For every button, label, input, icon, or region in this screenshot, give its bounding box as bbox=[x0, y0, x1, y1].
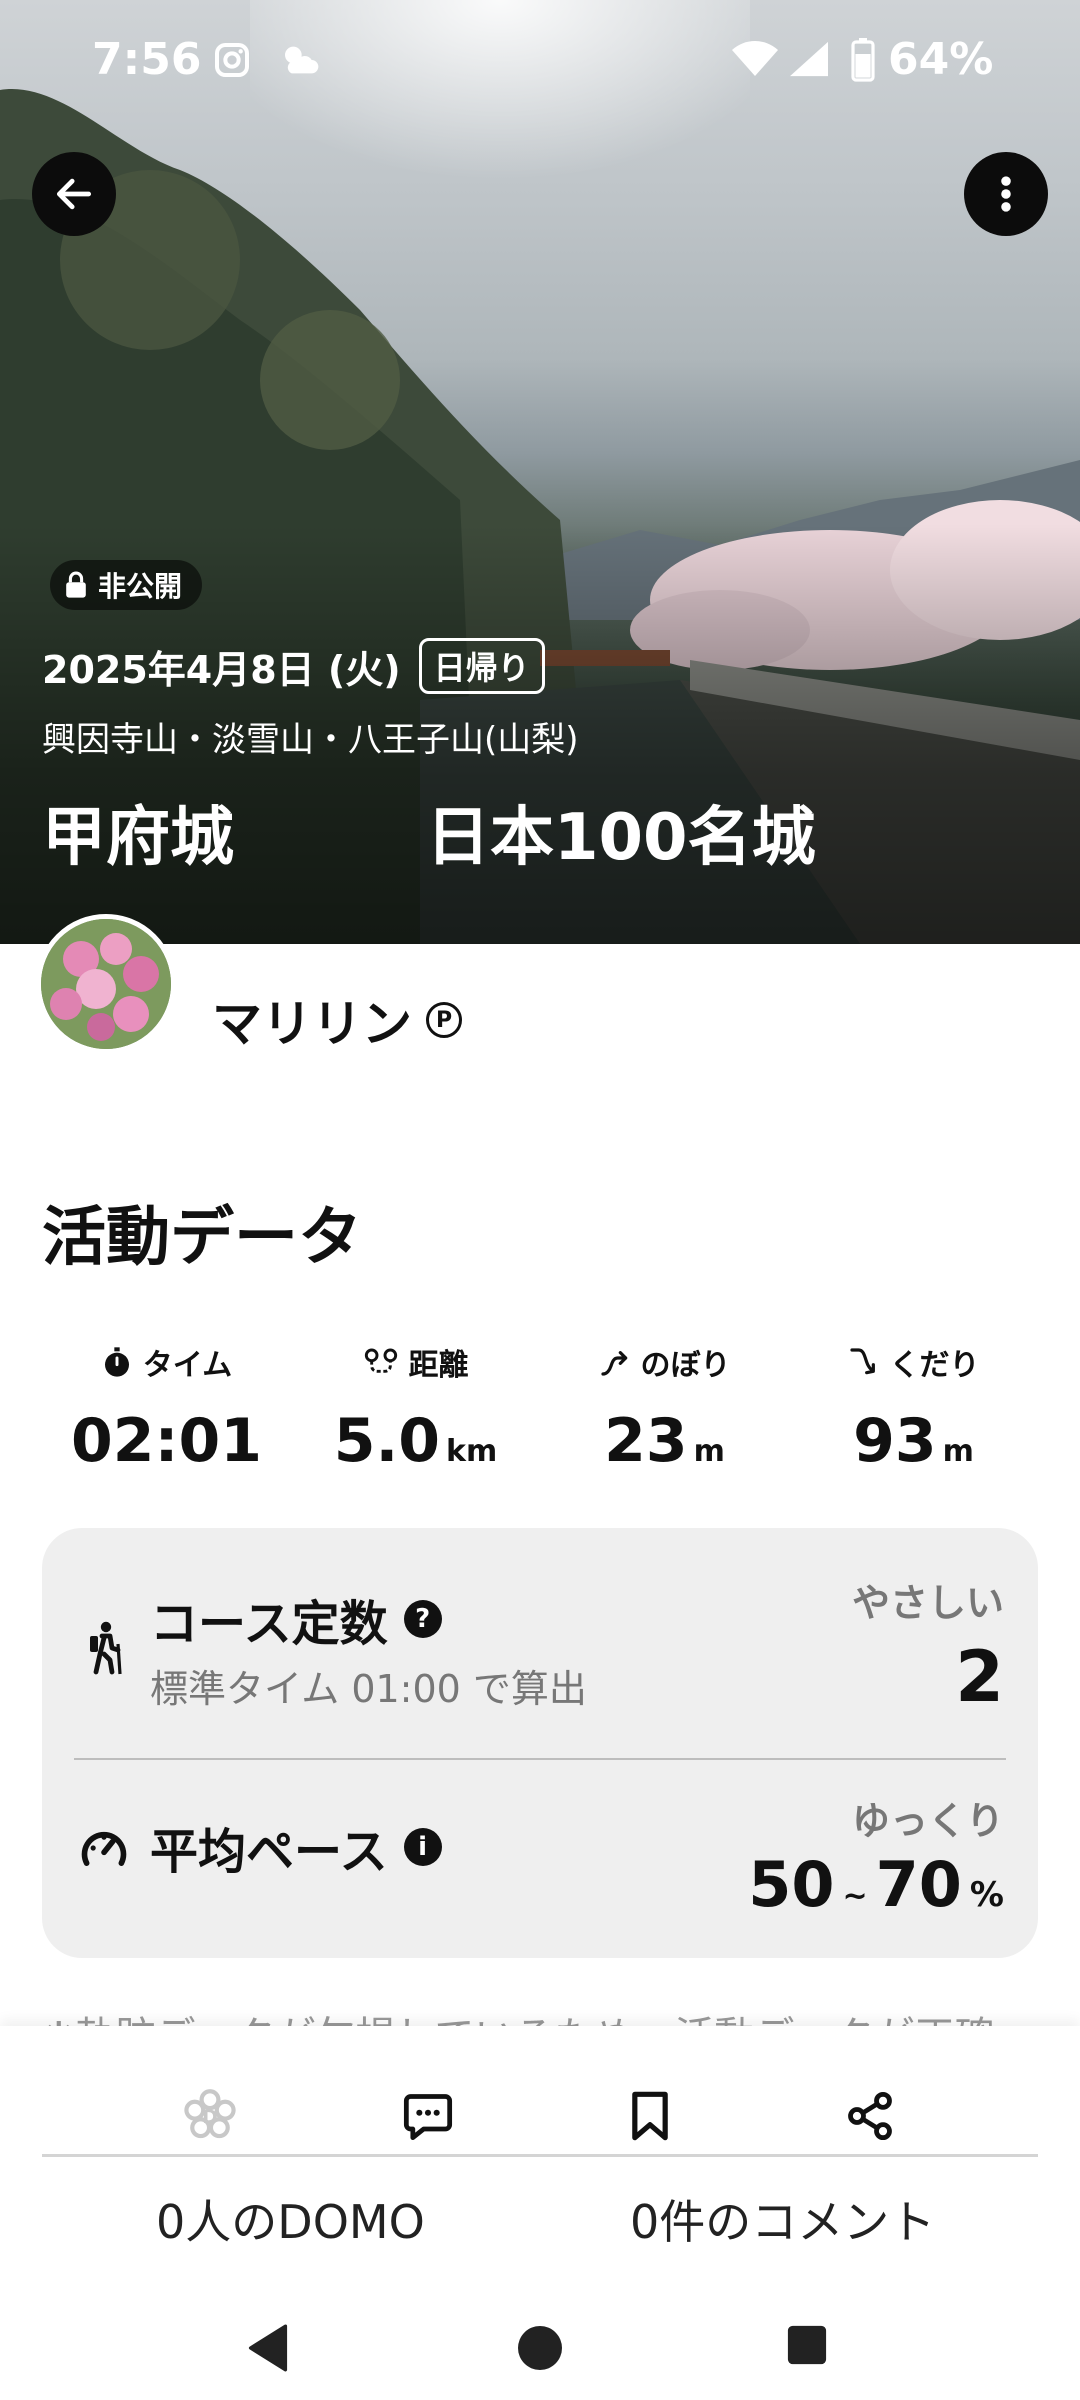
stat-descent-value-row: 93 m bbox=[853, 1406, 974, 1476]
pace-level-label: ゆっくり bbox=[851, 1799, 1004, 1843]
action-icons: D bbox=[0, 2066, 1080, 2166]
course-difficulty-label: やさしい bbox=[851, 1581, 1004, 1625]
stat-ascent-label: のぼり bbox=[640, 1348, 731, 1383]
bookmark-icon bbox=[632, 2091, 668, 2141]
stat-ascent: のぼり 23 m bbox=[540, 1340, 789, 1476]
battery-percent: 64% bbox=[888, 34, 994, 85]
average-pace-title: 平均ペース bbox=[150, 1824, 388, 1880]
help-icon[interactable]: ? bbox=[403, 1600, 442, 1638]
share-button[interactable] bbox=[820, 2066, 920, 2166]
bottom-bar-divider bbox=[42, 2154, 1038, 2157]
mountain-list[interactable]: 興因寺山・淡雪山・八王子山(山梨) bbox=[42, 712, 579, 761]
route-icon bbox=[364, 1348, 397, 1373]
nav-home-button[interactable] bbox=[516, 2324, 564, 2376]
nav-recents-button[interactable] bbox=[786, 2324, 828, 2370]
avatar-image bbox=[41, 919, 171, 1049]
course-constant-subtitle: 標準タイム 01:00 で算出 bbox=[150, 1667, 587, 1711]
domo-count[interactable]: 0人のDOMO bbox=[156, 2186, 425, 2252]
wifi-icon bbox=[730, 38, 780, 82]
ascent-icon bbox=[600, 1351, 627, 1376]
average-pace-title-row: 平均ペース i bbox=[150, 1812, 442, 1882]
stat-descent-value: 93 bbox=[853, 1406, 937, 1476]
share-icon bbox=[848, 2091, 892, 2141]
comment-icon bbox=[403, 2094, 453, 2141]
trip-type-tag: 日帰り bbox=[418, 638, 545, 694]
stat-time-label: タイム bbox=[142, 1348, 233, 1383]
instagram-icon bbox=[212, 40, 252, 84]
svg-text:D: D bbox=[202, 2107, 218, 2128]
activity-date: 2025年4月8日 (火) bbox=[42, 647, 401, 692]
signal-icon bbox=[788, 40, 830, 82]
descent-icon bbox=[849, 1348, 875, 1375]
stat-time-value-row: 02:01 bbox=[71, 1406, 262, 1476]
pace-unit: % bbox=[969, 1875, 1004, 1915]
user-name: マリリン bbox=[212, 995, 412, 1053]
stopwatch-icon bbox=[104, 1347, 129, 1377]
nav-recents-square-icon bbox=[787, 2325, 827, 2365]
privacy-label: 非公開 bbox=[98, 570, 183, 603]
stat-distance: 距離 5.0 km bbox=[291, 1340, 540, 1476]
more-vertical-icon bbox=[1001, 176, 1011, 212]
nav-back-button[interactable] bbox=[246, 2324, 290, 2376]
domo-button[interactable]: D bbox=[160, 2066, 260, 2166]
course-constant-title-row: コース定数 ? bbox=[150, 1584, 442, 1654]
activity-date-row: 2025年4月8日 (火) 日帰り bbox=[42, 638, 545, 694]
average-pace-row[interactable]: 平均ペース i ゆっくり 50 ~ 70 % bbox=[42, 1760, 1038, 1958]
privacy-badge: 非公開 bbox=[50, 560, 203, 610]
info-icon[interactable]: i bbox=[403, 1828, 442, 1866]
battery-icon bbox=[850, 38, 876, 86]
stat-descent: くだり 93 m bbox=[789, 1340, 1038, 1476]
stat-distance-unit: km bbox=[446, 1434, 498, 1469]
lock-icon bbox=[66, 571, 86, 598]
pace-max: 70 bbox=[875, 1848, 962, 1921]
bookmark-button[interactable] bbox=[600, 2066, 700, 2166]
comment-count[interactable]: 0件のコメント bbox=[630, 2186, 935, 2252]
stat-ascent-value: 23 bbox=[604, 1406, 688, 1476]
stat-ascent-value-row: 23 m bbox=[604, 1406, 725, 1476]
user-name-row[interactable]: マリリン P bbox=[212, 984, 462, 1056]
stat-descent-unit: m bbox=[942, 1434, 974, 1469]
pace-tilde: ~ bbox=[842, 1879, 868, 1914]
bottom-action-bar: D 0人のDOMO 0件のコメント bbox=[0, 2026, 1080, 2400]
stat-ascent-label-row: のぼり bbox=[599, 1340, 731, 1384]
stat-ascent-unit: m bbox=[693, 1434, 725, 1469]
arrow-left-icon bbox=[56, 178, 92, 210]
stat-time: タイム 02:01 bbox=[42, 1340, 291, 1476]
more-options-button[interactable] bbox=[964, 152, 1048, 236]
course-constant-title: コース定数 bbox=[150, 1596, 388, 1652]
avatar[interactable] bbox=[36, 914, 176, 1054]
stat-descent-label-row: くだり bbox=[848, 1340, 980, 1384]
course-constant-value: 2 bbox=[955, 1636, 1004, 1718]
comment-button[interactable] bbox=[378, 2066, 478, 2166]
activity-title: 甲府城 日本100名城 bbox=[42, 801, 816, 875]
course-constant-row[interactable]: コース定数 ? 標準タイム 01:00 で算出 やさしい 2 bbox=[42, 1528, 1038, 1758]
status-time: 7:56 bbox=[92, 34, 202, 85]
status-bar: 7:56 64% bbox=[0, 30, 1080, 94]
pace-range: 50 ~ 70 % bbox=[748, 1848, 1004, 1921]
stat-distance-value-row: 5.0 km bbox=[334, 1406, 498, 1476]
stat-distance-value: 5.0 bbox=[333, 1406, 441, 1476]
stat-time-label-row: タイム bbox=[101, 1340, 232, 1384]
stat-distance-label-row: 距離 bbox=[363, 1340, 469, 1384]
activity-stats: タイム 02:01 距離 5.0 km のぼり 23 m くだり 93 m bbox=[42, 1340, 1038, 1476]
activity-data-heading: 活動データ bbox=[42, 1201, 362, 1275]
stat-descent-label: くだり bbox=[889, 1348, 980, 1383]
stat-time-value: 02:01 bbox=[71, 1406, 262, 1476]
pace-min: 50 bbox=[748, 1848, 835, 1921]
nav-home-circle-icon bbox=[518, 2326, 562, 2370]
gauge-icon bbox=[78, 1822, 130, 1878]
back-button[interactable] bbox=[32, 152, 116, 236]
premium-badge: P bbox=[426, 1002, 462, 1038]
course-pace-card: コース定数 ? 標準タイム 01:00 で算出 やさしい 2 平均ペース i ゆ… bbox=[42, 1528, 1038, 1958]
cover-photo[interactable]: 7:56 64% 非公開 2025年4月8日 (火) 日帰り 興因寺山・淡雪山・… bbox=[0, 0, 1080, 944]
hiker-icon bbox=[82, 1620, 126, 1680]
weather-icon bbox=[278, 40, 322, 84]
nav-back-triangle-icon bbox=[248, 2324, 288, 2372]
stat-distance-label: 距離 bbox=[408, 1348, 469, 1383]
domo-flower-icon: D bbox=[184, 2089, 236, 2139]
